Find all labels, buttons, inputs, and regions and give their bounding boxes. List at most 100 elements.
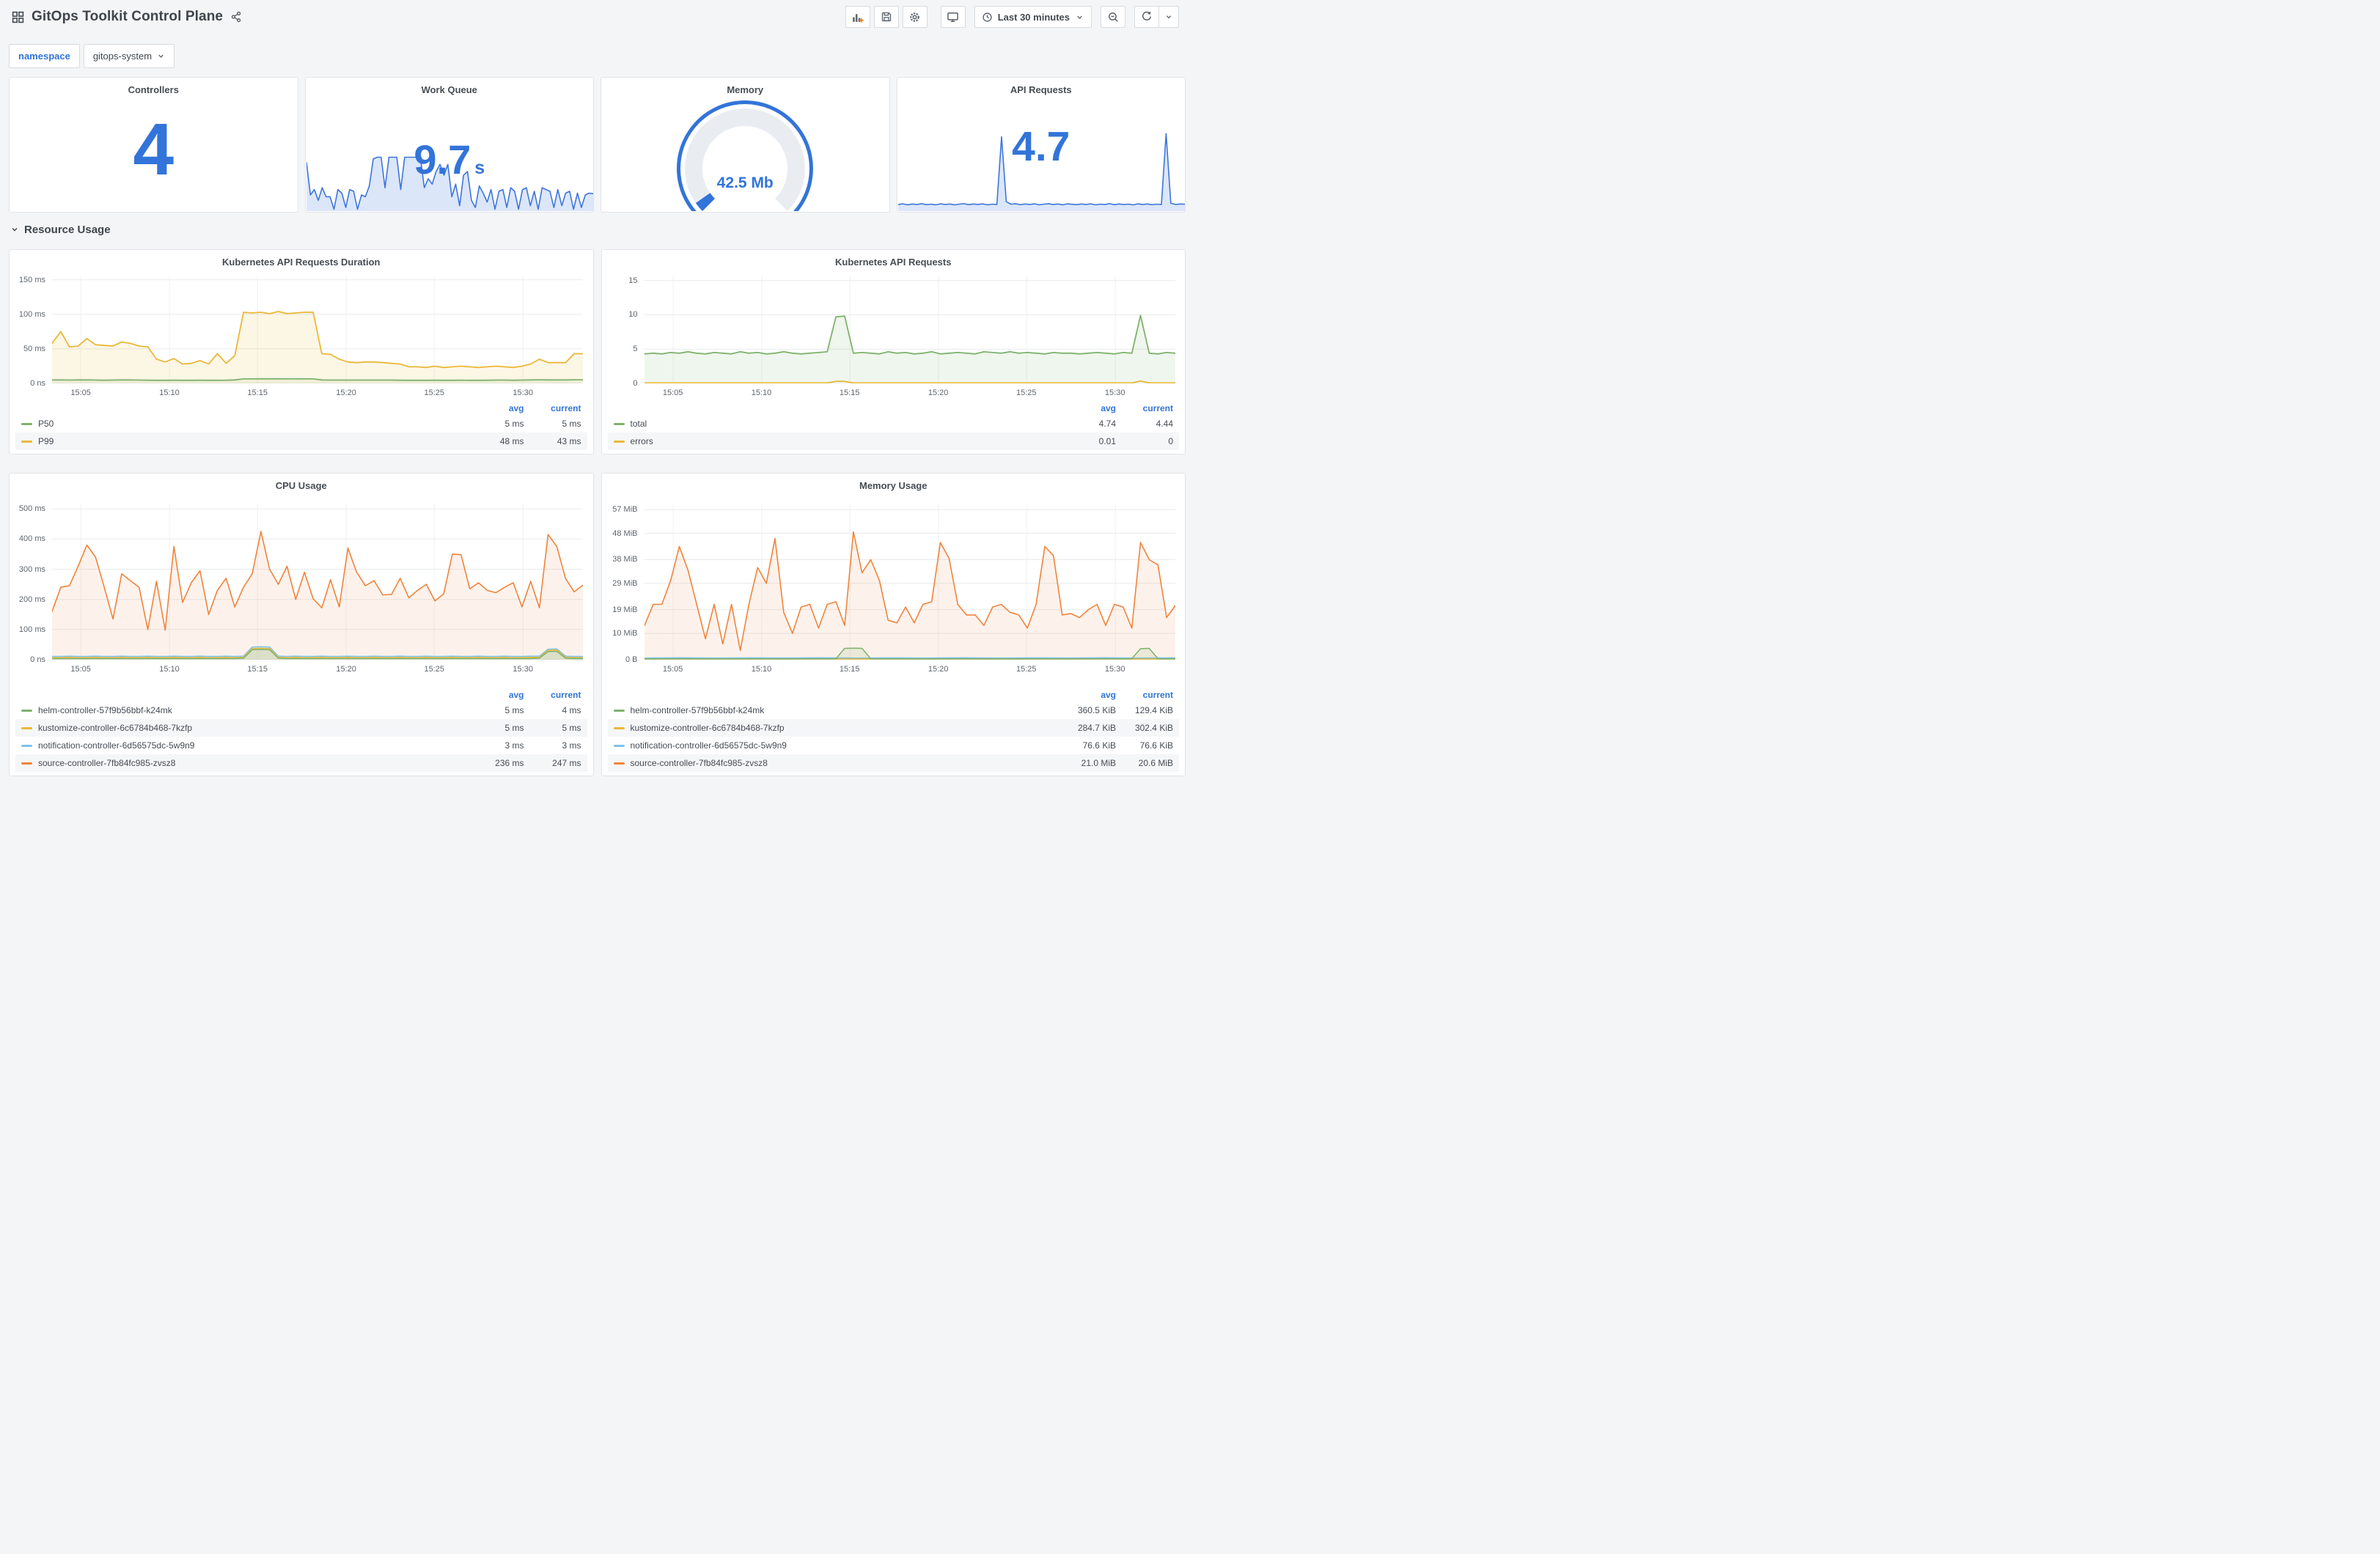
legend-series-name[interactable]: helm-controller-57f9b56bbf-k24mk — [38, 705, 467, 715]
legend-series-name[interactable]: notification-controller-6d56575dc-5w9n9 — [631, 740, 1059, 751]
legend-row: helm-controller-57f9b56bbf-k24mk 5 ms 4 ms — [15, 701, 587, 719]
legend-series-name[interactable]: total — [631, 419, 1059, 429]
legend-sort-current[interactable]: current — [1116, 403, 1173, 413]
legend-series-name[interactable]: errors — [631, 436, 1059, 446]
legend-series-name[interactable]: kustomize-controller-6c6784b468-7kzfp — [38, 723, 467, 733]
y-axis-tick-label: 0 — [633, 379, 638, 388]
legend-row: source-controller-7fb84fc985-zvsz8 236 ms… — [15, 754, 587, 772]
panel-k8s-api-requests: Kubernetes API Requests 0 5 10 15 15:05 15:10… — [600, 249, 1186, 454]
x-axis-tick-label: 15:15 — [839, 388, 860, 397]
variable-value-dropdown[interactable]: gitops-system — [83, 44, 175, 68]
section-resource-usage[interactable]: Resource Usage — [10, 218, 111, 240]
y-axis-tick-label: 500 ms — [18, 504, 45, 514]
legend-series-name[interactable]: P50 — [38, 419, 467, 429]
legend-sort-avg[interactable]: avg — [467, 690, 524, 700]
legend-sort-current[interactable]: current — [524, 690, 581, 700]
panel-controllers: Controllers 4 — [9, 77, 298, 213]
panel-k8s-api-requests-duration: Kubernetes API Requests Duration 0 ns 50 … — [9, 249, 594, 454]
legend-current-value: 129.4 KiB — [1134, 705, 1173, 715]
legend-series-color — [21, 709, 32, 712]
legend-current-value: 20.6 MiB — [1138, 758, 1173, 768]
save-dashboard-button[interactable] — [873, 6, 899, 28]
x-axis-tick-label: 15:20 — [928, 388, 949, 397]
add-panel-button[interactable] — [845, 6, 870, 28]
gear-icon — [910, 12, 920, 22]
panel-title[interactable]: Memory Usage — [602, 474, 1186, 491]
y-axis-tick-label: 100 ms — [18, 625, 45, 634]
legend-series-name[interactable]: notification-controller-6d56575dc-5w9n9 — [38, 740, 467, 751]
y-axis-tick-label: 29 MiB — [612, 578, 638, 588]
x-axis-tick-label: 15:10 — [159, 665, 180, 674]
panel-title[interactable]: Memory — [601, 78, 889, 95]
panel-memory: Memory 42.5 Mb — [600, 77, 890, 213]
legend-series-name[interactable]: kustomize-controller-6c6784b468-7kzfp — [631, 723, 1059, 733]
x-axis-tick-label: 15:25 — [424, 665, 445, 674]
legend-series-color — [21, 762, 32, 765]
dashboard-settings-button[interactable] — [902, 6, 928, 28]
x-axis-tick-label: 15:20 — [928, 665, 949, 674]
time-series-plot[interactable]: 0 B 10 MiB 19 MiB 29 MiB 38 MiB 48 MiB 57 MiB 1… — [612, 504, 1175, 674]
time-series-plot[interactable]: 0 ns 50 ms 100 ms 150 ms 15:05 15:10 15:15 15:2… — [19, 276, 583, 397]
refresh-interval-dropdown[interactable] — [1159, 6, 1179, 28]
legend-row: kustomize-controller-6c6784b468-7kzfp 284… — [607, 719, 1179, 737]
legend-sort-avg[interactable]: avg — [1059, 403, 1116, 413]
y-axis-tick-label: 38 MiB — [612, 555, 638, 564]
legend-sort-avg[interactable]: avg — [1059, 690, 1116, 700]
y-axis-tick-label: 10 — [628, 310, 638, 320]
dashboard-title[interactable]: GitOps Toolkit Control Plane — [32, 9, 223, 25]
legend-series-color — [21, 440, 32, 443]
x-axis-tick-label: 15:25 — [1016, 665, 1037, 674]
y-axis-tick-label: 300 ms — [18, 564, 45, 574]
tv-monitor-icon — [947, 12, 959, 22]
panel-title[interactable]: Controllers — [10, 78, 298, 95]
x-axis-tick-label: 15:15 — [839, 665, 860, 674]
x-axis-tick-label: 15:05 — [662, 388, 683, 397]
refresh-button[interactable] — [1134, 6, 1159, 28]
legend-series-color — [613, 422, 625, 425]
panel-title[interactable]: CPU Usage — [10, 474, 593, 491]
x-axis-tick-label: 15:15 — [247, 665, 268, 674]
x-axis-tick-label: 15:10 — [751, 665, 772, 674]
legend-sort-current[interactable]: current — [524, 403, 581, 413]
legend-row: total 4.74 4.44 — [608, 415, 1180, 432]
variable-label-namespace[interactable]: namespace — [9, 44, 80, 68]
legend-row: notification-controller-6d56575dc-5w9n9 7… — [608, 737, 1180, 754]
y-axis-tick-label: 0 ns — [30, 379, 45, 388]
controllers-stat-value: 4 — [133, 108, 175, 191]
legend-current-value: 76.6 KiB — [1139, 740, 1173, 751]
panel-cpu-usage: CPU Usage 0 ns 100 ms 200 ms 300 ms 400 ms 50… — [9, 473, 594, 776]
legend-row: kustomize-controller-6c6784b468-7kzfp 5 m… — [15, 719, 587, 737]
legend-series-name[interactable]: source-controller-7fb84fc985-zvsz8 — [631, 758, 1059, 768]
chevron-down-icon — [12, 228, 18, 232]
panel-title[interactable]: Work Queue — [306, 78, 594, 95]
legend-series-name[interactable]: helm-controller-57f9b56bbf-k24mk — [631, 705, 1059, 715]
panel-work-queue: Work Queue 9.7 s — [304, 77, 594, 213]
y-axis-tick-label: 400 ms — [18, 534, 45, 544]
time-series-plot[interactable]: 0 5 10 15 15:05 15:10 15:15 15:20 15:25 15:30 — [628, 276, 1175, 397]
legend-sort-avg[interactable]: avg — [467, 403, 524, 413]
time-series-plot[interactable]: 0 ns 100 ms 200 ms 300 ms 400 ms 500 ms 15:05 1… — [19, 504, 583, 674]
legend-series-name[interactable]: P99 — [38, 436, 467, 446]
y-axis-tick-label: 5 — [633, 345, 638, 354]
cycle-view-mode-button[interactable] — [940, 6, 966, 28]
time-range-picker[interactable]: Last 30 minutes — [974, 6, 1092, 28]
legend-sort-current[interactable]: current — [1116, 690, 1173, 700]
panel-title[interactable]: Kubernetes API Requests Duration — [10, 250, 593, 268]
legend-series-color — [21, 422, 32, 425]
panel-title[interactable]: Kubernetes API Requests — [602, 250, 1186, 268]
legend-avg-value: 5 ms — [504, 705, 524, 715]
panel-title[interactable]: API Requests — [897, 78, 1186, 95]
stats-row: Controllers 4 Work Queue 9.7 s Memory 42.… — [9, 77, 1186, 213]
legend-current-value: 5 ms — [562, 419, 581, 429]
legend-series-color — [613, 709, 625, 712]
share-icon[interactable] — [230, 11, 242, 23]
legend-series-color — [613, 726, 625, 729]
legend-series-color — [21, 726, 32, 729]
zoom-out-time-button[interactable] — [1101, 6, 1125, 28]
dashboard-grid-icon[interactable] — [12, 11, 24, 23]
legend-row: errors 0.01 0 — [607, 432, 1179, 450]
legend-avg-value: 48 ms — [499, 436, 524, 446]
legend-avg-value: 360.5 KiB — [1077, 705, 1116, 715]
legend-series-name[interactable]: source-controller-7fb84fc985-zvsz8 — [38, 758, 467, 768]
charts-row-1: Kubernetes API Requests Duration 0 ns 50 … — [9, 249, 1186, 454]
